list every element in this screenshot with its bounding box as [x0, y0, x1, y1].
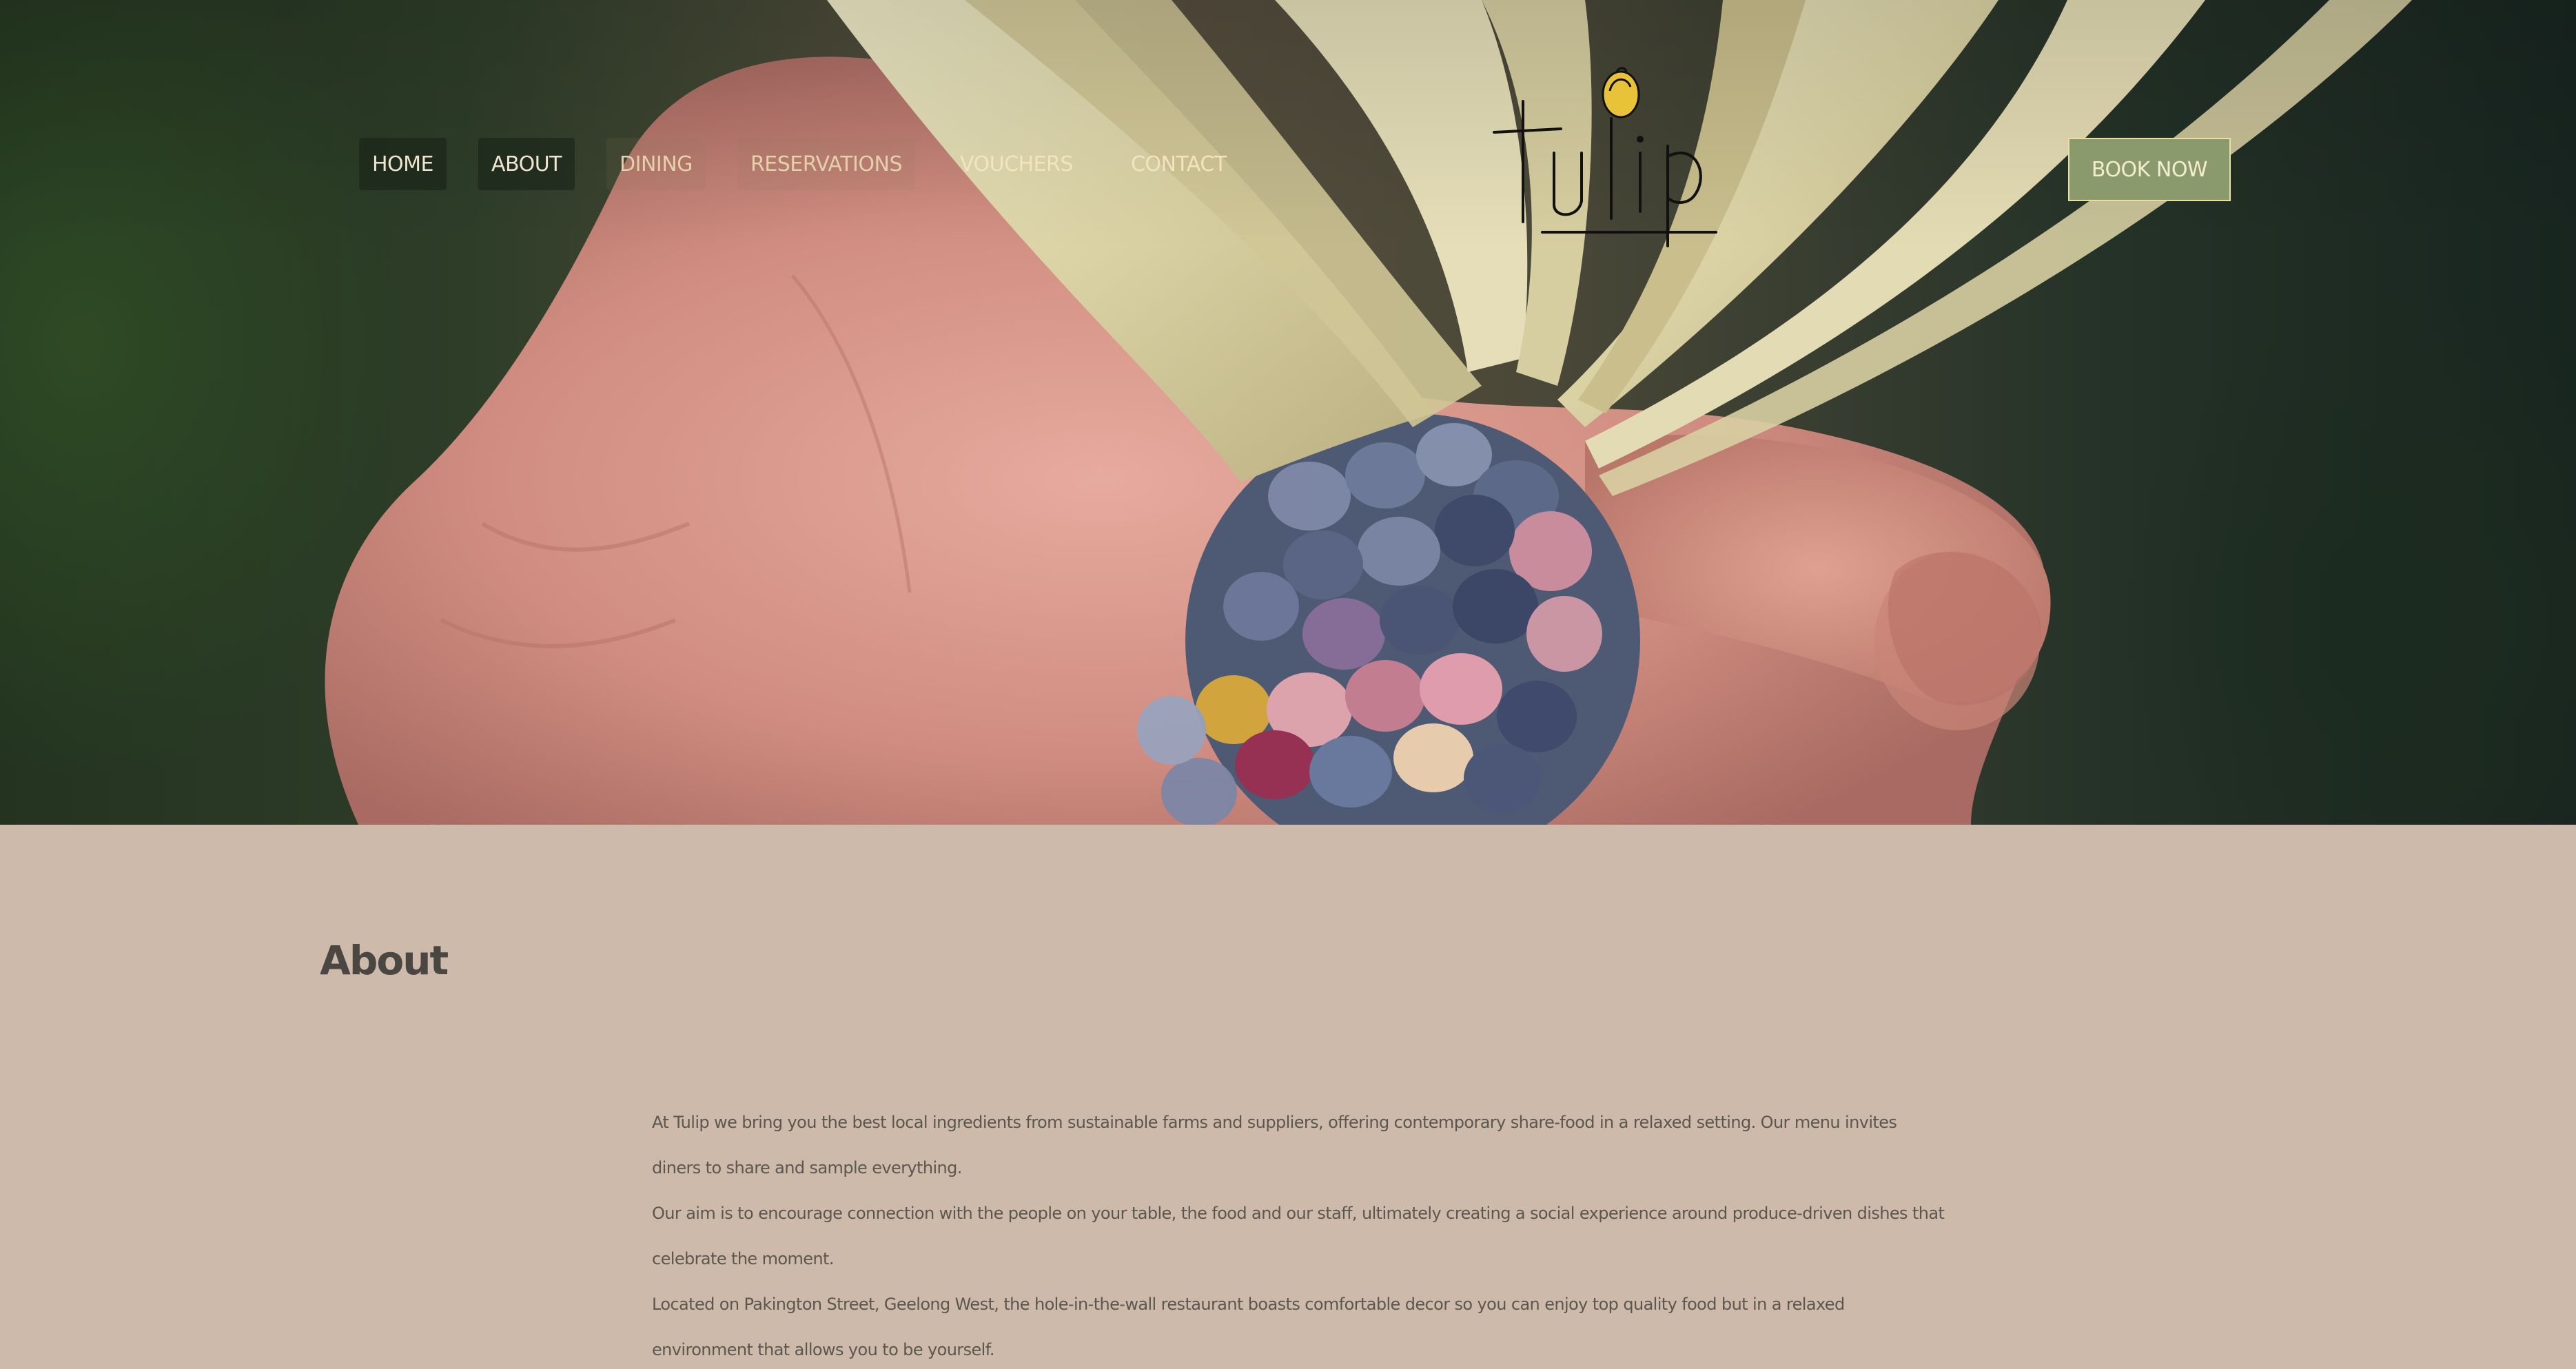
- nav-dining[interactable]: DINING: [606, 138, 706, 190]
- book-now-button[interactable]: BOOK NOW: [2068, 138, 2231, 201]
- nav-vouchers[interactable]: VOUCHERS: [947, 138, 1086, 190]
- tulip-logo[interactable]: tulip: [1489, 63, 1730, 256]
- about-paragraph-2: Our aim is to encourage connection with …: [652, 1204, 1945, 1268]
- tulip-bulb-icon: [1602, 67, 1640, 119]
- hero-image: [0, 0, 2576, 825]
- hero-overlay: [0, 0, 2576, 825]
- nav-about[interactable]: ABOUT: [478, 138, 575, 190]
- about-paragraph-3: Located on Pakington Street, Geelong Wes…: [652, 1295, 1845, 1359]
- about-heading: About: [320, 937, 449, 984]
- about-text: At Tulip we bring you the best local ing…: [652, 1100, 1948, 1369]
- nav-home[interactable]: HOME: [359, 138, 447, 190]
- nav-contact[interactable]: CONTACT: [1118, 138, 1240, 190]
- tulip-logo-graphic: [1493, 67, 1717, 247]
- nav-reservations[interactable]: RESERVATIONS: [737, 138, 916, 190]
- about-paragraph-1: At Tulip we bring you the best local ing…: [652, 1113, 1897, 1177]
- main-navigation: HOME ABOUT DINING RESERVATIONS VOUCHERS …: [359, 138, 1271, 190]
